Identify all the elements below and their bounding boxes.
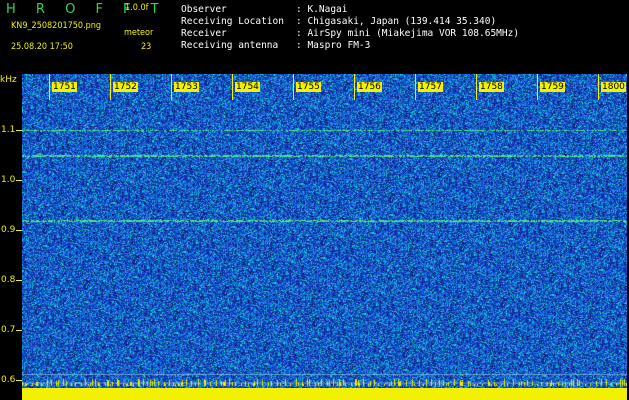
y-tick-label: 0.8 xyxy=(1,275,16,285)
y-tick-label: 0.7 xyxy=(1,325,16,335)
observer-label: Observer xyxy=(181,4,227,15)
receiver-label: Receiver xyxy=(181,28,227,39)
location-value: : Chigasaki, Japan (139.414 35.340) xyxy=(296,16,497,27)
mode-label: meteor xyxy=(124,28,154,38)
spectrogram-canvas xyxy=(22,74,627,396)
spectrogram-window: H R O F F T 1.0.0f KN9_2508201750.png 25… xyxy=(0,0,629,400)
y-tick-mark xyxy=(16,230,22,231)
location-label: Receiving Location xyxy=(181,16,284,27)
antenna-label: Receiving antenna xyxy=(181,40,279,51)
y-tick-label: 0.9 xyxy=(1,225,16,235)
signal-baseline-bar xyxy=(22,388,627,400)
detection-count: 23 xyxy=(141,42,152,52)
y-tick-mark xyxy=(16,180,22,181)
y-tick-mark xyxy=(16,380,22,381)
antenna-value: : Maspro FM-3 xyxy=(296,40,371,51)
y-tick-mark xyxy=(16,280,22,281)
app-version: 1.0.0f xyxy=(125,3,149,13)
y-tick-label: 0.6 xyxy=(1,375,16,385)
date-time: 25.08.20 17:50 xyxy=(11,42,73,52)
receiver-value: : AirSpy mini (Miakejima VOR 108.65MHz) xyxy=(296,28,520,39)
spectrogram-plot xyxy=(22,74,627,396)
y-tick-mark xyxy=(16,130,22,131)
observer-value: : K.Nagai xyxy=(296,4,348,15)
file-name: KN9_2508201750.png xyxy=(11,21,102,31)
y-tick-mark xyxy=(16,330,22,331)
frequency-axis: 1.1 1.0 0.9 0.8 0.7 0.6 xyxy=(0,74,22,396)
y-tick-label: 1.0 xyxy=(1,175,16,185)
y-tick-label: 1.1 xyxy=(1,125,16,135)
